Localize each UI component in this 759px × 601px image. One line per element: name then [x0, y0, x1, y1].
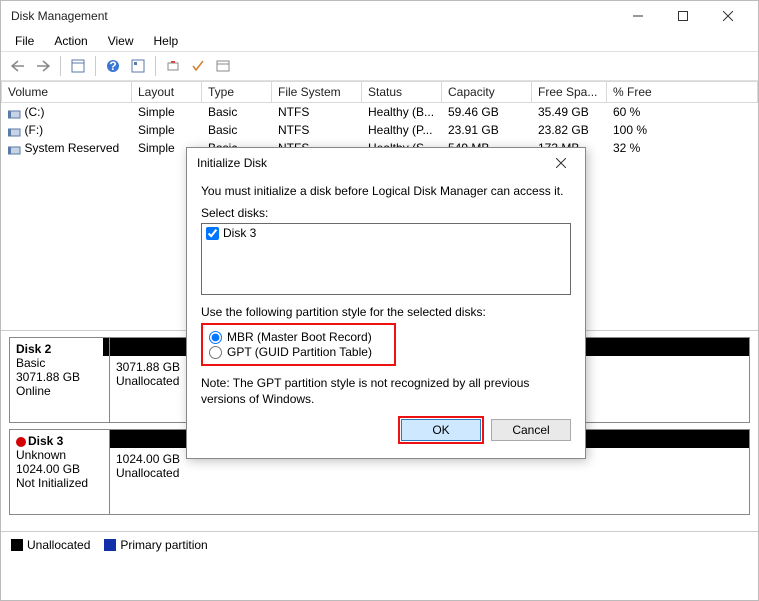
legend-unallocated: Unallocated [27, 538, 90, 552]
cancel-button[interactable]: Cancel [491, 419, 571, 441]
legend-swatch-unallocated [11, 539, 23, 551]
table-row[interactable]: (C:)SimpleBasicNTFSHealthy (B...59.46 GB… [2, 103, 758, 122]
error-icon [16, 437, 26, 447]
disk-name: Disk 3 [28, 434, 63, 448]
menu-action[interactable]: Action [46, 32, 95, 50]
menu-help[interactable]: Help [146, 32, 187, 50]
forward-button[interactable] [32, 55, 54, 77]
maximize-button[interactable] [660, 2, 705, 30]
refresh-icon[interactable] [162, 55, 184, 77]
disk-type: Unknown [16, 448, 103, 462]
disk-checkbox-row[interactable]: Disk 3 [206, 226, 566, 240]
help-icon[interactable]: ? [102, 55, 124, 77]
col-pct[interactable]: % Free [607, 82, 758, 103]
close-button[interactable] [705, 2, 750, 30]
toolbar: ? [1, 51, 758, 81]
ok-button[interactable]: OK [401, 419, 481, 441]
toolbar-divider [155, 56, 156, 76]
dialog-close-button[interactable] [547, 151, 575, 175]
disk-name: Disk 2 [16, 342, 51, 356]
col-free[interactable]: Free Spa... [532, 82, 607, 103]
mbr-radio[interactable] [209, 331, 222, 344]
window-title: Disk Management [9, 9, 615, 23]
properties-icon[interactable] [127, 55, 149, 77]
select-disks-label: Select disks: [201, 206, 571, 220]
disk-status: Not Initialized [16, 476, 103, 490]
col-layout[interactable]: Layout [132, 82, 202, 103]
disk-status: Online [16, 384, 103, 398]
dialog-title: Initialize Disk [197, 156, 547, 170]
gpt-radio[interactable] [209, 346, 222, 359]
legend: Unallocated Primary partition [1, 531, 758, 557]
toolbar-divider [95, 56, 96, 76]
gpt-label: GPT (GUID Partition Table) [227, 345, 372, 359]
initialize-disk-dialog: Initialize Disk You must initialize a di… [186, 147, 586, 459]
gpt-option[interactable]: GPT (GUID Partition Table) [209, 345, 388, 359]
disk-type: Basic [16, 356, 103, 370]
partition-style-label: Use the following partition style for th… [201, 305, 571, 319]
disk3-label: Disk 3 [223, 226, 256, 240]
legend-primary: Primary partition [120, 538, 207, 552]
list-icon[interactable] [212, 55, 234, 77]
col-capacity[interactable]: Capacity [442, 82, 532, 103]
column-headers[interactable]: Volume Layout Type File System Status Ca… [2, 82, 758, 103]
disk-size: 1024.00 GB [16, 462, 103, 476]
mbr-label: MBR (Master Boot Record) [227, 330, 372, 344]
table-row[interactable]: (F:)SimpleBasicNTFSHealthy (P...23.91 GB… [2, 121, 758, 139]
menu-view[interactable]: View [100, 32, 142, 50]
col-type[interactable]: Type [202, 82, 272, 103]
col-status[interactable]: Status [362, 82, 442, 103]
menubar: File Action View Help [1, 31, 758, 51]
partition-status: Unallocated [116, 466, 743, 480]
disk-select-list[interactable]: Disk 3 [201, 223, 571, 295]
mbr-option[interactable]: MBR (Master Boot Record) [209, 330, 388, 344]
col-volume[interactable]: Volume [2, 82, 132, 103]
dialog-intro: You must initialize a disk before Logica… [201, 184, 571, 198]
dialog-note: Note: The GPT partition style is not rec… [201, 376, 571, 407]
toolbar-divider [60, 56, 61, 76]
minimize-button[interactable] [615, 2, 660, 30]
col-fs[interactable]: File System [272, 82, 362, 103]
disk3-checkbox[interactable] [206, 227, 219, 240]
legend-swatch-primary [104, 539, 116, 551]
back-button[interactable] [7, 55, 29, 77]
svg-text:?: ? [109, 59, 116, 73]
partition-style-group: MBR (Master Boot Record) GPT (GUID Parti… [201, 323, 396, 366]
disk-size: 3071.88 GB [16, 370, 103, 384]
window-titlebar: Disk Management [1, 1, 758, 31]
menu-file[interactable]: File [7, 32, 42, 50]
check-icon[interactable] [187, 55, 209, 77]
settings-icon[interactable] [67, 55, 89, 77]
